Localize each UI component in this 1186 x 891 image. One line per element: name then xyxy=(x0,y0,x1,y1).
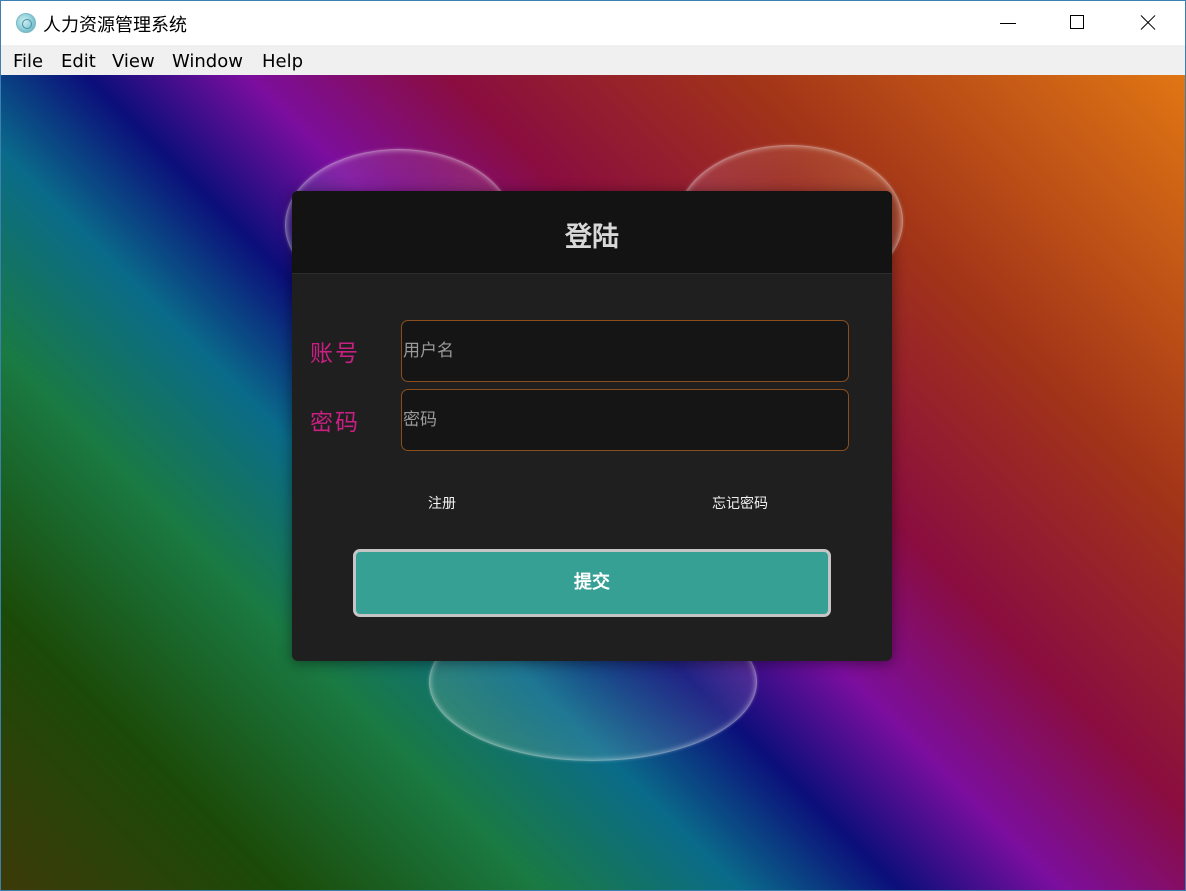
maximize-icon[interactable] xyxy=(1043,1,1113,45)
account-label: 账号 xyxy=(310,341,360,367)
username-field[interactable] xyxy=(401,320,849,382)
menu-help[interactable]: Help xyxy=(262,51,303,72)
window-title: 人力资源管理系统 xyxy=(43,15,187,36)
title-bar: 人力资源管理系统 xyxy=(1,1,1185,45)
menu-edit[interactable]: Edit xyxy=(61,51,96,72)
username-input[interactable] xyxy=(402,321,848,381)
login-title: 登陆 xyxy=(565,222,619,253)
minimize-icon[interactable] xyxy=(973,1,1043,45)
menu-window[interactable]: Window xyxy=(172,51,243,72)
menu-file[interactable]: File xyxy=(13,51,43,72)
submit-button[interactable]: 提交 xyxy=(353,549,831,617)
app-window: 人力资源管理系统 File Edit View Window Help 登陆 账… xyxy=(0,0,1186,891)
password-field[interactable] xyxy=(401,389,849,451)
menu-view[interactable]: View xyxy=(112,51,155,72)
close-icon[interactable] xyxy=(1113,1,1183,45)
login-card: 登陆 账号 密码 注册 忘记密码 提交 xyxy=(292,191,892,661)
login-card-header: 登陆 xyxy=(292,191,892,274)
password-label: 密码 xyxy=(310,410,360,436)
forgot-password-link[interactable]: 忘记密码 xyxy=(712,493,768,513)
password-input[interactable] xyxy=(402,390,848,450)
app-icon xyxy=(16,13,36,33)
register-link[interactable]: 注册 xyxy=(428,493,456,513)
login-page-background: 登陆 账号 密码 注册 忘记密码 提交 xyxy=(1,75,1185,890)
menu-bar: File Edit View Window Help xyxy=(1,45,1185,75)
